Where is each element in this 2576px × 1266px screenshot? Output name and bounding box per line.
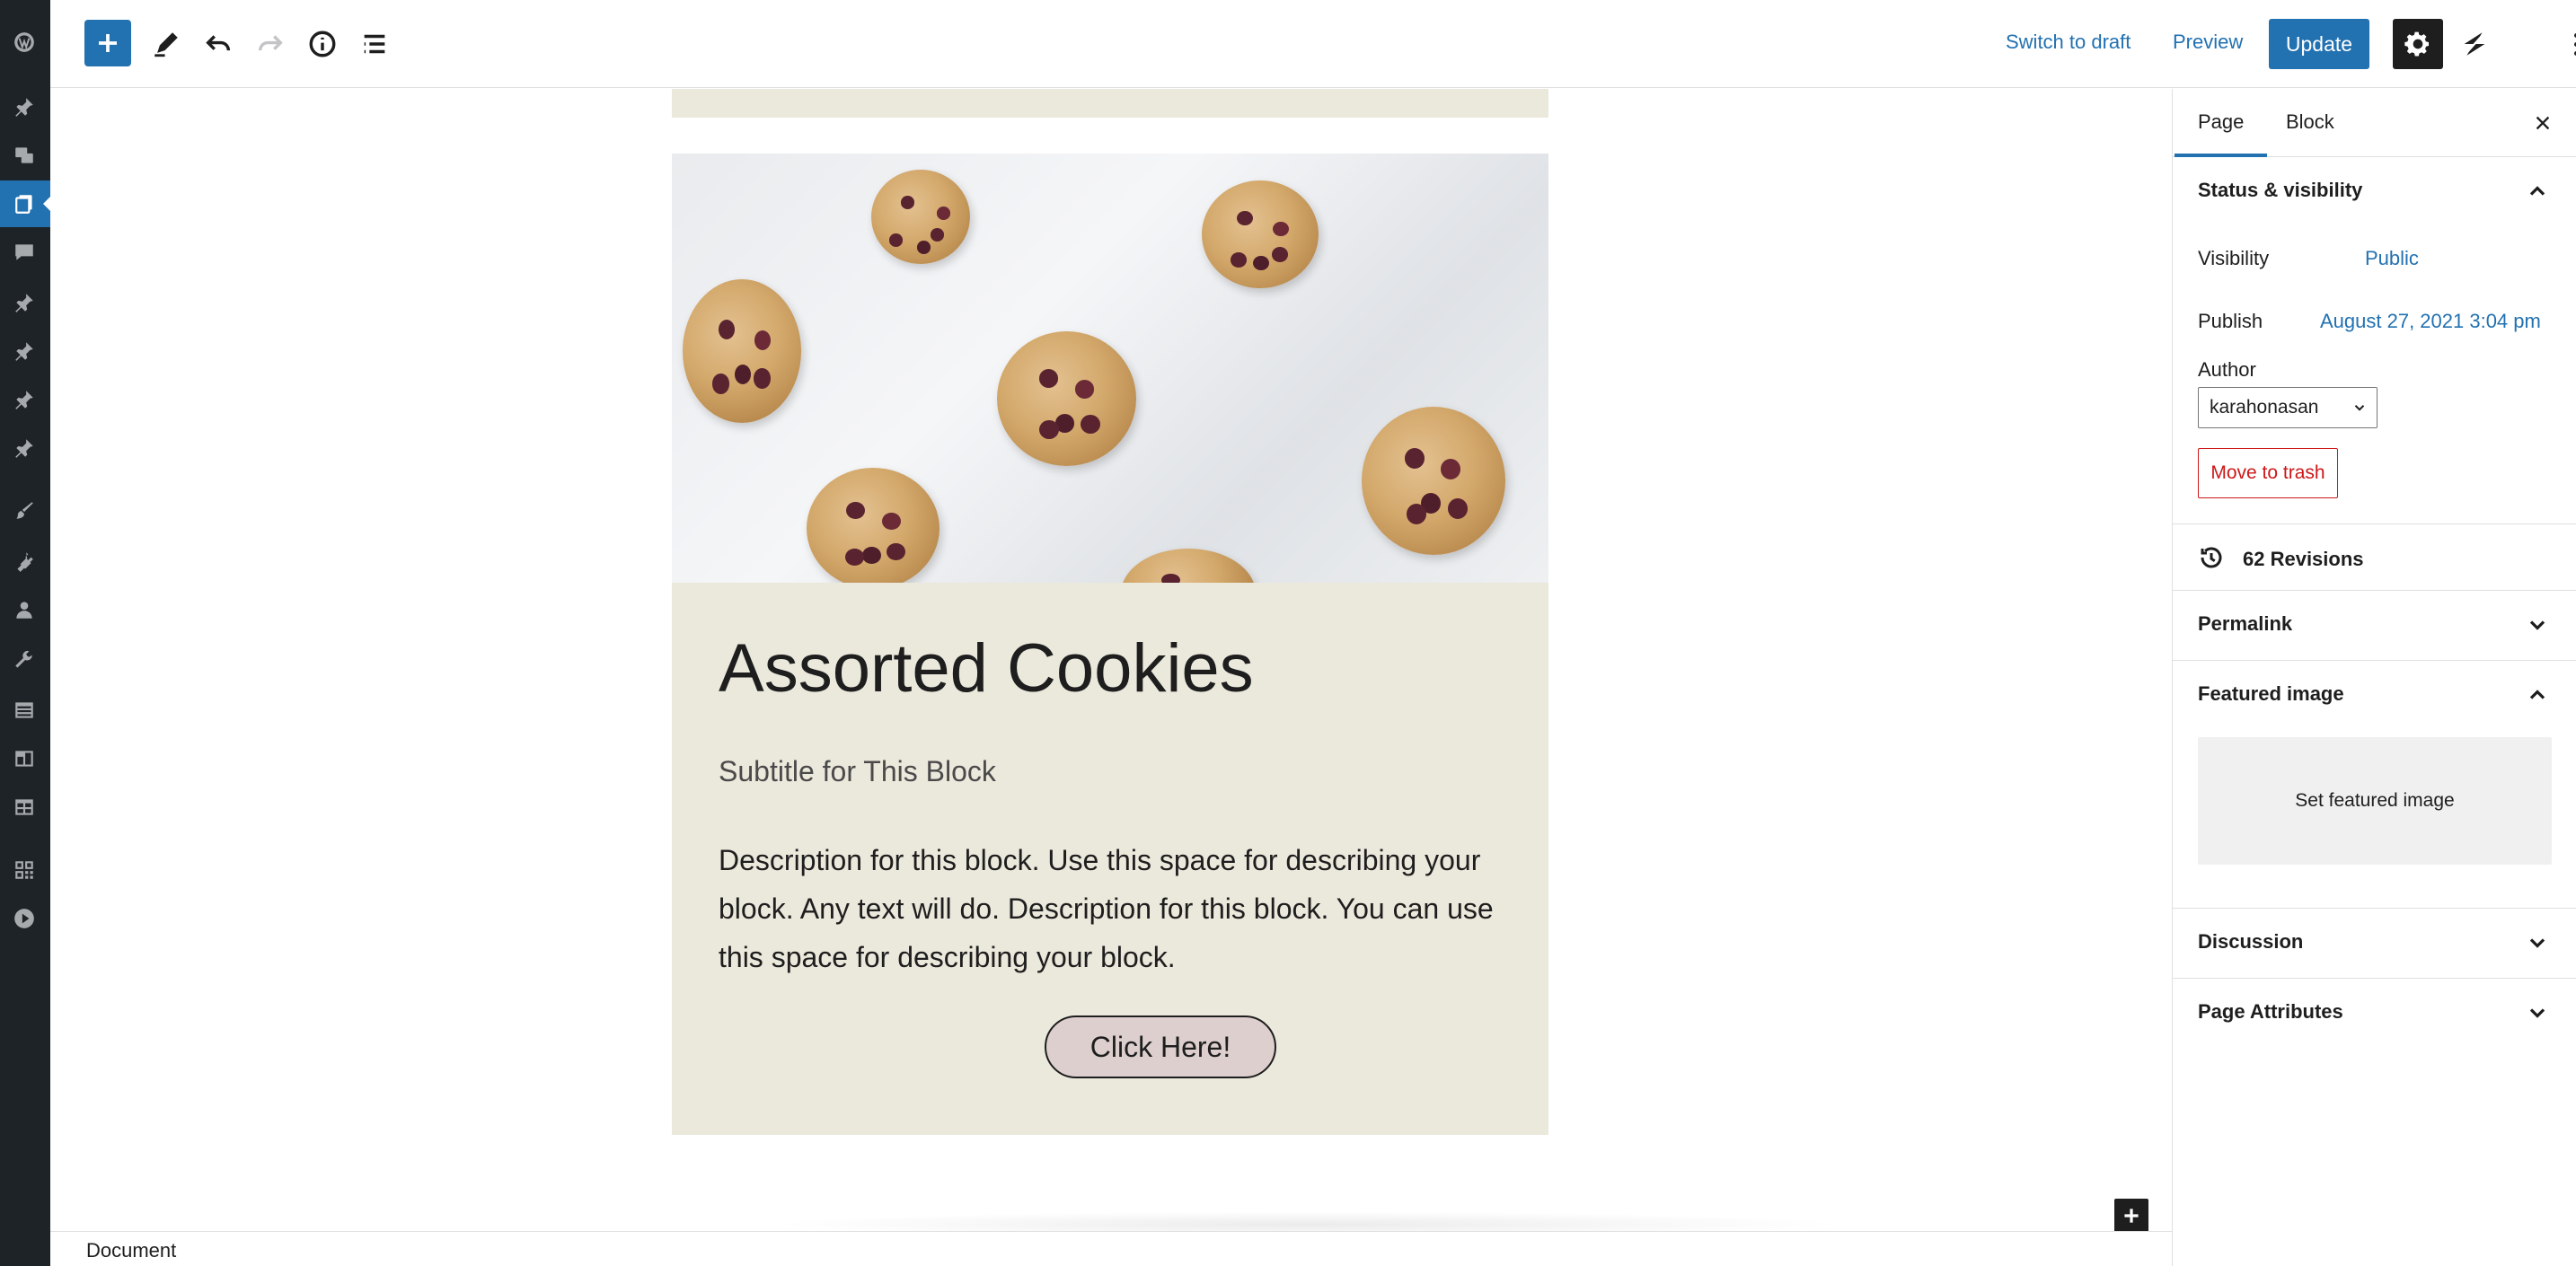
plus-icon: [2124, 1209, 2139, 1223]
publish-label: Publish: [2198, 310, 2263, 332]
appearance-brush-icon[interactable]: [9, 496, 40, 526]
card-subtitle[interactable]: Subtitle for This Block: [719, 755, 996, 788]
canvas-shadow: [769, 1211, 1847, 1231]
chevron-down-icon: [2525, 612, 2550, 637]
author-value: karahonasan: [2210, 397, 2319, 418]
tab-page[interactable]: Page: [2174, 110, 2268, 157]
permalink-panel-toggle[interactable]: Permalink: [2173, 590, 2576, 658]
redo-icon: [258, 35, 283, 51]
move-to-trash-button[interactable]: Move to trash: [2198, 448, 2338, 498]
panel-title: Discussion: [2198, 930, 2304, 953]
list-view-icon: [364, 34, 385, 54]
add-block-button[interactable]: [84, 20, 131, 66]
editor-toolbar: Switch to draft Preview Update: [50, 0, 2576, 88]
comments-icon[interactable]: [9, 237, 40, 268]
info-icon: [309, 31, 336, 57]
cookies-image[interactable]: [672, 154, 1548, 583]
plugins-icon[interactable]: [9, 546, 40, 576]
pin-icon[interactable]: [9, 336, 40, 366]
chevron-up-icon: [2525, 682, 2550, 708]
block-breadcrumb: Document: [50, 1231, 2172, 1266]
update-button[interactable]: Update: [2269, 19, 2369, 69]
breadcrumb-document[interactable]: Document: [86, 1239, 176, 1262]
pin-icon[interactable]: [9, 433, 40, 463]
cookie-shape: [683, 279, 801, 423]
details-button[interactable]: [302, 23, 343, 65]
grid-table-icon[interactable]: [9, 792, 40, 822]
settings-sidebar: Page Block Status & visibility Visibilit…: [2172, 89, 2576, 1266]
pencil-icon: [154, 32, 178, 57]
author-select[interactable]: karahonasan: [2198, 387, 2378, 428]
panel-title: Status & visibility: [2198, 179, 2363, 201]
table-icon[interactable]: [9, 695, 40, 725]
tab-block[interactable]: Block: [2286, 110, 2334, 134]
pin-icon[interactable]: [9, 287, 40, 318]
visibility-label: Visibility: [2198, 247, 2270, 269]
status-visibility-panel-toggle[interactable]: Status & visibility: [2173, 157, 2576, 225]
admin-sidebar: [0, 0, 52, 1266]
page-attributes-panel-toggle[interactable]: Page Attributes: [2173, 978, 2576, 1046]
cookie-shape: [1202, 180, 1319, 288]
cookie-shape: [1362, 407, 1505, 555]
chevron-up-icon: [2525, 179, 2550, 204]
panel-title: Page Attributes: [2198, 1000, 2343, 1023]
settings-button[interactable]: [2393, 19, 2443, 69]
history-icon: [2198, 544, 2225, 571]
featured-image-panel-toggle[interactable]: Featured image: [2173, 660, 2576, 728]
panel-title: Permalink: [2198, 612, 2293, 635]
revisions-link[interactable]: 62 Revisions: [2173, 523, 2576, 590]
preview-button[interactable]: Preview: [2173, 31, 2243, 54]
cookie-shape: [807, 468, 940, 583]
plus-icon: [99, 34, 117, 52]
play-circle-icon[interactable]: [9, 903, 40, 934]
gear-icon: [2404, 31, 2429, 57]
chevron-down-icon: [2525, 1000, 2550, 1025]
cookie-shape: [997, 331, 1136, 466]
redo-button[interactable]: [250, 23, 291, 65]
plugin-logo-button[interactable]: [2454, 23, 2495, 65]
publish-date-toggle[interactable]: August 27, 2021 3:04 pm: [2320, 310, 2541, 333]
undo-button[interactable]: [198, 23, 239, 65]
pages-icon[interactable]: [0, 180, 52, 227]
visibility-toggle[interactable]: Public: [2365, 247, 2419, 270]
list-view-button[interactable]: [354, 23, 395, 65]
chevron-down-icon: [2351, 400, 2368, 416]
layout-icon[interactable]: [9, 743, 40, 774]
panel-title: Featured image: [2198, 682, 2344, 705]
stackable-logo-icon: [2463, 31, 2486, 57]
click-here-button[interactable]: Click Here!: [1045, 1015, 1276, 1078]
close-sidebar-button[interactable]: [2527, 107, 2559, 139]
wordpress-logo-icon[interactable]: [9, 27, 40, 57]
qr-grid-icon[interactable]: [9, 855, 40, 885]
tools-button[interactable]: [146, 23, 187, 65]
author-label: Author: [2198, 358, 2256, 381]
posts-pin-icon[interactable]: [9, 92, 40, 122]
set-featured-image-button[interactable]: Set featured image: [2198, 737, 2552, 865]
previous-block[interactable]: [672, 89, 1548, 118]
pin-icon[interactable]: [9, 384, 40, 415]
block-inserter-button[interactable]: [2114, 1199, 2148, 1231]
cookie-shape: [871, 170, 970, 264]
users-icon[interactable]: [9, 594, 40, 625]
card-title[interactable]: Assorted Cookies: [719, 629, 1254, 708]
editor-canvas[interactable]: Assorted Cookies Subtitle for This Block…: [50, 89, 2172, 1231]
media-icon[interactable]: [9, 140, 40, 171]
sidebar-tabs: Page Block: [2173, 89, 2576, 157]
close-icon: [2536, 116, 2550, 130]
tools-wrench-icon[interactable]: [9, 645, 40, 675]
card-block[interactable]: Assorted Cookies Subtitle for This Block…: [672, 154, 1548, 1135]
cookie-shape: [1121, 549, 1256, 583]
discussion-panel-toggle[interactable]: Discussion: [2173, 908, 2576, 976]
switch-to-draft-button[interactable]: Switch to draft: [2006, 31, 2130, 54]
revisions-label: 62 Revisions: [2243, 548, 2364, 570]
more-options-button[interactable]: [2558, 23, 2576, 65]
card-description[interactable]: Description for this block. Use this spa…: [719, 836, 1509, 981]
chevron-down-icon: [2525, 930, 2550, 955]
undo-icon: [206, 35, 231, 51]
